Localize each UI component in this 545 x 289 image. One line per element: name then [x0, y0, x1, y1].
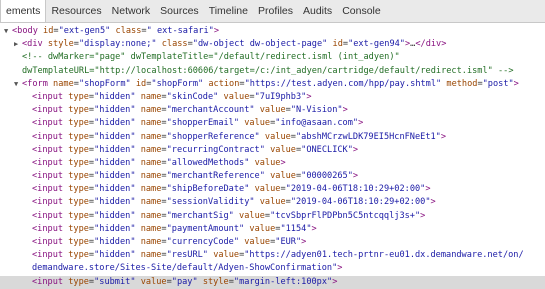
dom-tree-node[interactable]: ▶ <div style="display:none;" class="dw-ob… [0, 38, 545, 51]
dom-tree-node[interactable]: <input type="hidden" name="allowedMethod… [0, 157, 545, 170]
dom-tree-node[interactable]: <input type="hidden" name="sessionValidi… [0, 196, 545, 209]
dom-tree-node[interactable]: <input type="hidden" name="currencyCode"… [0, 236, 545, 249]
dom-tree-node[interactable]: ▼ <body id="ext-gen5" class=" ext-safari"… [0, 25, 545, 38]
tab-resources[interactable]: Resources [46, 0, 106, 22]
dom-tree-node[interactable]: <input type="hidden" name="paymentAmount… [0, 223, 545, 236]
node-markup: <input type="hidden" name="shopperRefere… [32, 131, 447, 142]
node-markup: <input type="hidden" name="skinCode" val… [32, 91, 312, 102]
node-markup: dwTemplateURL="http://localhost:60606/ta… [22, 65, 514, 76]
dom-tree-node[interactable]: <input type="hidden" name="recurringCont… [0, 144, 545, 157]
node-markup: <input type="hidden" name="resURL" value… [32, 250, 524, 261]
dom-tree-node[interactable]: <input type="hidden" name="merchantAccou… [0, 104, 545, 117]
node-markup: <div style="display:none;" class="dw-obj… [22, 39, 447, 50]
collapsed-triangle-icon[interactable]: ▶ [14, 38, 22, 51]
dom-tree-node[interactable]: ▼ <form name="shopForm" id="shopForm" act… [0, 78, 545, 91]
tab-audits[interactable]: Audits [298, 0, 337, 22]
dom-tree-node[interactable]: <input type="submit" value="pay" style="… [0, 275, 545, 289]
dom-tree-node[interactable]: <input type="hidden" name="merchantRefer… [0, 170, 545, 183]
elements-dom-tree: ▼ <body id="ext-gen5" class=" ext-safari"… [0, 23, 545, 289]
node-markup: <input type="hidden" name="merchantRefer… [32, 171, 359, 182]
node-markup: <input type="hidden" name="sessionValidi… [32, 197, 436, 208]
node-markup: <input type="hidden" name="currencyCode"… [32, 237, 307, 247]
tab-timeline[interactable]: Timeline [204, 0, 253, 22]
node-markup: demandware.store/Sites-Site/default/Adye… [32, 263, 343, 274]
node-markup: <input type="hidden" name="shopperEmail"… [32, 118, 364, 129]
dom-tree-node[interactable]: <input type="hidden" name="shopperRefere… [0, 131, 545, 144]
devtools-tab-bar: ements Resources Network Sources Timeline Pro… [0, 0, 545, 23]
expanded-triangle-icon[interactable]: ▼ [14, 78, 22, 91]
tab-profiles[interactable]: Profiles [253, 0, 298, 22]
dom-tree-node[interactable]: demandware.store/Sites-Site/default/Adye… [0, 262, 545, 275]
node-markup: <input type="hidden" name="shipBeforeDat… [32, 184, 431, 195]
dom-tree-node[interactable]: <input type="hidden" name="shipBeforeDat… [0, 183, 545, 196]
node-markup: <input type="hidden" name="recurringCont… [32, 144, 359, 155]
dom-tree-node[interactable]: <input type="hidden" name="merchantSig" … [0, 210, 545, 223]
node-markup: <input type="submit" value="pay" style="… [32, 276, 338, 287]
node-markup: <form name="shopForm" id="shopForm" acti… [22, 78, 519, 89]
node-markup: <input type="hidden" name="allowedMethod… [32, 157, 286, 168]
tab-network[interactable]: Network [107, 0, 156, 22]
node-markup: <input type="hidden" name="merchantAccou… [32, 105, 348, 116]
node-markup: <input type="hidden" name="paymentAmount… [32, 223, 317, 234]
dom-tree-node[interactable]: <input type="hidden" name="skinCode" val… [0, 91, 545, 104]
dom-tree-node[interactable]: <input type="hidden" name="resURL" value… [0, 249, 545, 262]
dom-tree-node[interactable]: <input type="hidden" name="shopperEmail"… [0, 117, 545, 130]
dom-tree-node[interactable]: dwTemplateURL="http://localhost:60606/ta… [0, 65, 545, 78]
expanded-triangle-icon[interactable]: ▼ [4, 25, 12, 38]
node-markup: <!-- dwMarker="page" dwTemplateTitle="/d… [22, 52, 400, 63]
tab-ements[interactable]: ements [0, 0, 47, 22]
node-markup: <body id="ext-gen5" class=" ext-safari"> [12, 26, 220, 36]
tab-console[interactable]: Console [337, 0, 386, 22]
node-markup: <input type="hidden" name="merchantSig" … [32, 210, 426, 221]
dom-tree-node[interactable]: <!-- dwMarker="page" dwTemplateTitle="/d… [0, 51, 545, 64]
tab-sources[interactable]: Sources [155, 0, 204, 22]
